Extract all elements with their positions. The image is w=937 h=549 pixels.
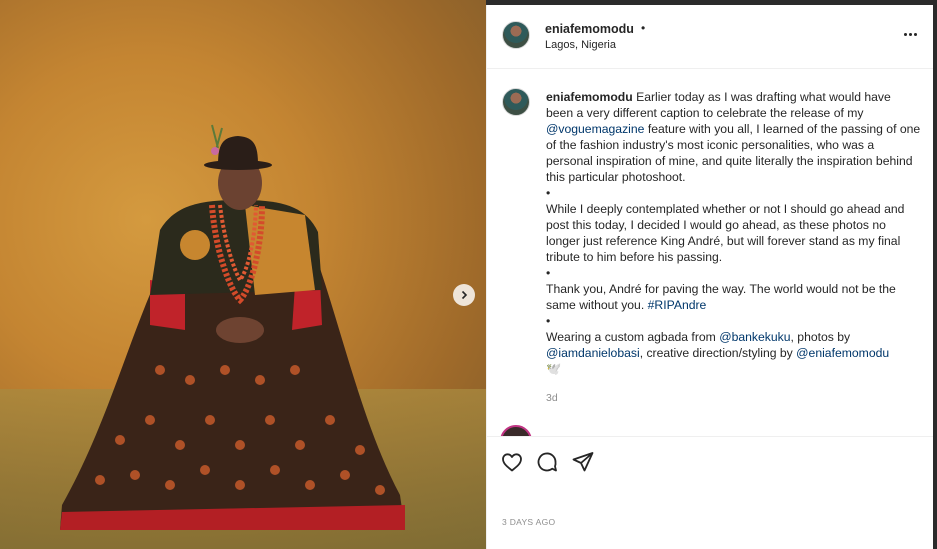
comment-icon[interactable] — [535, 450, 559, 474]
author-username[interactable]: eniafemomodu — [545, 22, 634, 36]
mention-link[interactable]: @iamdanielobasi — [546, 346, 640, 360]
caption-paragraph-2: While I deeply contemplated whether or n… — [546, 202, 905, 264]
caption-author-avatar[interactable] — [502, 88, 530, 116]
header-separator-dot: • — [641, 21, 646, 35]
portrait-illustration — [60, 124, 405, 530]
post-actions: 3 DAYS AGO — [487, 436, 933, 549]
caption-paragraph-4-part2: , photos by — [790, 330, 851, 344]
post-photo — [0, 0, 486, 549]
author-avatar[interactable] — [502, 21, 530, 49]
mention-link[interactable]: @voguemagazine — [546, 122, 644, 136]
post-location[interactable]: Lagos, Nigeria — [545, 39, 616, 51]
chevron-right-icon — [461, 290, 468, 300]
caption-bullet: • — [546, 314, 551, 328]
more-options-icon[interactable] — [899, 27, 921, 41]
caption-bullet: • — [546, 266, 551, 280]
caption-username[interactable]: eniafemomodu — [546, 90, 633, 104]
mention-link[interactable]: @bankekuku — [719, 330, 790, 344]
mention-link[interactable]: @eniafemomodu — [796, 346, 889, 360]
comments-section: eniafemomodu Earlier today as I was draf… — [487, 69, 933, 436]
post-header: eniafemomodu • Lagos, Nigeria — [487, 5, 933, 69]
caption-paragraph-4-part3: , creative direction/styling by — [639, 346, 797, 360]
post-timestamp[interactable]: 3 DAYS AGO — [502, 517, 555, 527]
dove-emoji: 🕊️ — [546, 362, 562, 376]
next-photo-button[interactable] — [453, 284, 475, 306]
post-caption: eniafemomodu Earlier today as I was draf… — [546, 89, 921, 377]
caption-paragraph-4-part1: Wearing a custom agbada from — [546, 330, 720, 344]
caption-paragraph-3: Thank you, André for paving the way. The… — [546, 282, 896, 312]
caption-bullet: • — [546, 186, 551, 200]
heart-icon[interactable] — [500, 450, 524, 474]
post-details-panel: eniafemomodu • Lagos, Nigeria eniafemomo… — [486, 5, 933, 549]
comment-avatar[interactable] — [500, 425, 532, 436]
caption-age[interactable]: 3d — [546, 392, 558, 404]
hashtag-link[interactable]: #RIPAndre — [648, 298, 707, 312]
share-icon[interactable] — [571, 450, 595, 474]
